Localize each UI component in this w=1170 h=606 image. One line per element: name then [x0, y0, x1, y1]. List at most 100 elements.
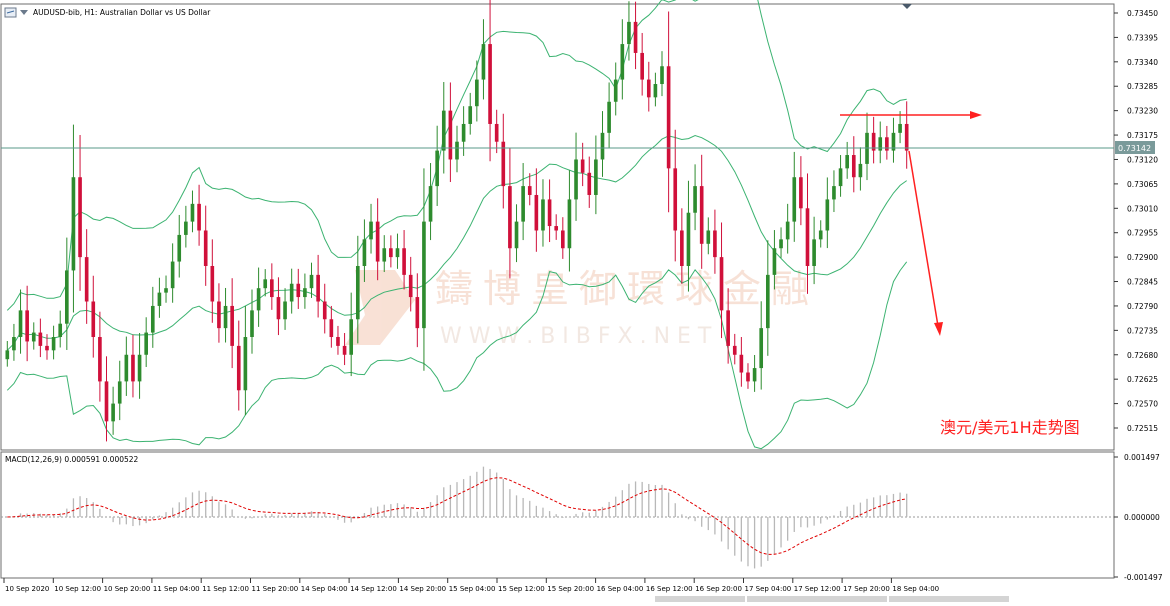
- time-axis: 10 Sep 2020 10 Sep 12:00 10 Sep 20:00 11 Se…: [3, 578, 939, 593]
- candle: [541, 179, 545, 247]
- candle: [653, 72, 658, 107]
- candle: [838, 155, 843, 197]
- candle-body: [415, 297, 420, 329]
- candle-body: [243, 337, 248, 391]
- candle-body: [71, 177, 76, 271]
- candle-body: [104, 381, 109, 422]
- candle: [197, 184, 201, 246]
- candles: [5, 0, 909, 442]
- candle: [236, 320, 241, 411]
- bottom-scroll-right[interactable]: [747, 596, 887, 602]
- candle: [190, 190, 195, 233]
- candle: [832, 170, 836, 213]
- candle: [150, 286, 155, 348]
- macd-tick-label: -0.001497: [1124, 573, 1163, 582]
- candle: [666, 11, 671, 213]
- candle: [455, 125, 459, 173]
- candle: [799, 156, 803, 226]
- candle-body: [851, 155, 856, 178]
- macd-tick-label: 0.000000: [1124, 513, 1160, 522]
- time-tick-label: 11 Sep 12:00: [202, 585, 249, 593]
- macd-label: MACD(12,26,9) 0.000591 0.000522: [5, 455, 139, 464]
- candle: [620, 19, 625, 100]
- candle: [422, 168, 426, 371]
- candle-body: [765, 274, 770, 329]
- time-tick-label: 10 Sep 2020: [5, 585, 49, 593]
- candle-body: [303, 288, 307, 298]
- bottom-scroll-far[interactable]: [889, 596, 1009, 602]
- candle-body: [382, 248, 387, 262]
- candle-body: [210, 265, 215, 302]
- candle: [713, 209, 717, 274]
- candle-body: [236, 345, 241, 391]
- price-tick-label: 0.72625: [1127, 375, 1158, 384]
- time-tick-label: 11 Sep 04:00: [153, 585, 200, 593]
- candle-body: [131, 354, 135, 382]
- candle: [494, 109, 499, 154]
- candle: [481, 19, 486, 100]
- candle-body: [627, 21, 631, 45]
- candle-body: [38, 332, 43, 346]
- bottom-scroll-left[interactable]: [655, 596, 745, 602]
- candle: [342, 333, 347, 366]
- candle: [521, 163, 525, 241]
- price-tick-label: 0.73230: [1127, 107, 1158, 116]
- candle-body: [475, 79, 479, 107]
- candle: [508, 148, 512, 279]
- candle: [203, 205, 208, 286]
- candle-body: [508, 186, 512, 249]
- price-tick-label: 0.73395: [1127, 33, 1158, 42]
- price-tick-label: 0.73010: [1127, 204, 1158, 213]
- price-tick-label: 0.73175: [1127, 131, 1158, 140]
- candle-body: [574, 159, 578, 200]
- candle: [435, 125, 439, 206]
- candle: [660, 51, 664, 97]
- macd-panel-frame: [0, 451, 1115, 579]
- time-tick-label: 18 Sep 04:00: [892, 585, 939, 593]
- candle-body: [488, 44, 492, 124]
- candle: [375, 198, 380, 281]
- candle: [865, 112, 869, 181]
- candle-body: [256, 288, 261, 311]
- candle: [646, 61, 651, 112]
- time-tick-label: 15 Sep 12:00: [498, 585, 545, 593]
- candle: [210, 239, 215, 323]
- candle: [65, 237, 69, 350]
- price-tick-label: 0.73120: [1127, 155, 1158, 164]
- candle-body: [613, 79, 618, 102]
- candle-body: [838, 168, 843, 187]
- time-tick-label: 10 Sep 20:00: [104, 585, 151, 593]
- candle-body: [197, 203, 201, 231]
- candle: [871, 116, 876, 164]
- candle: [263, 269, 268, 297]
- candle: [580, 142, 585, 187]
- candle-body: [349, 319, 354, 355]
- price-tick-label: 0.73340: [1127, 58, 1158, 67]
- macd-indicator: [1, 466, 1114, 569]
- candle-body: [250, 310, 254, 338]
- candle: [607, 82, 611, 149]
- annotation-arrows: [840, 111, 982, 336]
- candle: [739, 337, 744, 387]
- price-tick-label: 0.72790: [1127, 302, 1158, 311]
- candle: [891, 117, 896, 163]
- candle: [673, 129, 678, 262]
- price-tick-label: 0.73065: [1127, 180, 1158, 189]
- price-tick-label: 0.72680: [1127, 351, 1158, 360]
- candle: [71, 124, 76, 313]
- chart-menu-arrow-icon[interactable]: [20, 10, 28, 15]
- candle: [746, 363, 750, 389]
- candle: [693, 164, 697, 231]
- time-tick-label: 14 Sep 20:00: [399, 585, 446, 593]
- candle: [177, 214, 182, 278]
- candle-body: [137, 354, 142, 382]
- price-tick-label: 0.73285: [1127, 82, 1158, 91]
- candle-body: [170, 261, 175, 289]
- candle-body: [203, 230, 208, 266]
- candle: [184, 205, 188, 248]
- candle-body: [878, 137, 883, 151]
- time-tick-label: 16 Sep 04:00: [597, 585, 644, 593]
- candle: [157, 277, 162, 318]
- candle: [18, 289, 23, 354]
- candle-body: [752, 368, 757, 382]
